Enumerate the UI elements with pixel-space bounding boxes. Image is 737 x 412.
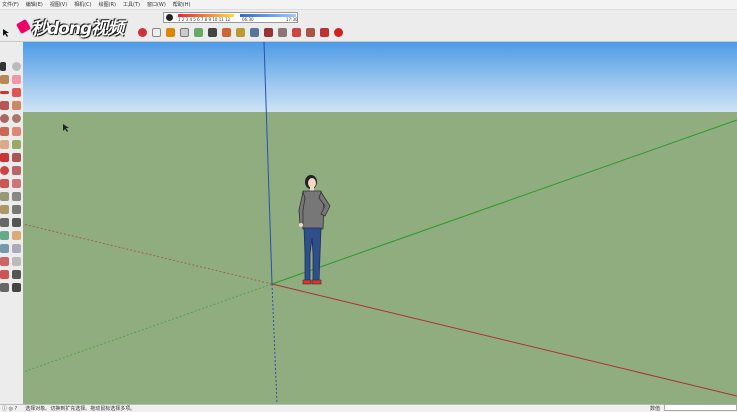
look-around-icon[interactable] [12,270,21,279]
measurements-input[interactable] [664,404,737,411]
pie-tool-icon[interactable] [0,140,9,149]
green-axis-negative [23,283,273,373]
previous-view-icon[interactable] [278,28,287,37]
logo-text: 秒dong视频 [31,18,124,39]
time-end-label: 17:30 [286,16,298,22]
menu-window[interactable]: 窗口(W) [147,1,166,8]
mouse-cursor-icon [63,124,69,132]
push-pull-tool-icon[interactable] [12,153,21,162]
freehand-tool-icon[interactable] [12,88,21,97]
zoom-tool-icon[interactable] [0,244,9,253]
eraser-tool-icon[interactable] [12,75,21,84]
toolbar-icons [138,28,343,37]
shadow-toggle-icon[interactable] [166,13,173,21]
3d-text-tool-icon[interactable] [12,218,21,227]
zoom-extents-tool-icon[interactable] [0,257,9,266]
menu-camera[interactable]: 相机(C) [74,1,91,8]
menu-edit[interactable]: 编辑(E) [26,1,43,8]
arc3-tool-icon[interactable] [12,140,21,149]
walk-icon[interactable] [236,28,245,37]
status-hint: 选择对象。切换到扩充选择。拖动鼠标选择多项。 [25,405,136,412]
red-axis-negative [23,223,273,285]
tool-palette [0,62,23,292]
select-tool-icon[interactable] [0,62,6,71]
axes-tool-icon[interactable] [0,218,9,227]
move-tool-icon[interactable] [0,153,9,162]
orbit-icon[interactable] [138,28,147,37]
zoom-extents-icon[interactable] [264,28,273,37]
line-tool-icon[interactable] [0,91,9,94]
status-info-icon[interactable]: ⓘ ◎ ? [2,405,17,412]
orbit-tool-icon[interactable] [0,231,9,240]
position-camera-icon[interactable] [0,270,9,279]
menu-bar: 文件(F) 编辑(E) 视图(V) 相机(C) 绘图(R) 工具(T) 窗口(W… [0,0,737,10]
axes-icon[interactable] [208,28,217,37]
rotate-tool-icon[interactable] [0,166,9,175]
watermark-logo: 秒dong视频 [15,15,124,39]
zoom-window-tool-icon[interactable] [12,244,21,253]
rectangle-tool-icon[interactable] [0,101,9,110]
window-icon[interactable] [152,28,161,37]
select-arrow-icon[interactable] [3,29,10,37]
pan-tool-icon[interactable] [12,231,21,240]
circle-tool-icon[interactable] [0,114,9,123]
component-tool-icon[interactable] [12,62,21,71]
follow-me-tool-icon[interactable] [12,166,21,175]
shadow-settings-panel[interactable]: 1 2 3 4 5 6 7 8 9 10 11 12 06:30 17:30 [163,11,298,23]
red-axis [271,283,737,397]
green-axis [271,119,737,285]
components-icon[interactable] [306,28,315,37]
menu-draw[interactable]: 绘图(R) [99,1,116,8]
top-toolbar: 1 2 3 4 5 6 7 8 9 10 11 12 06:30 17:30 秒… [0,10,737,42]
walk-tool-icon[interactable] [0,283,9,292]
warehouse-icon[interactable] [292,28,301,37]
arc2-tool-icon[interactable] [12,127,21,136]
paint-tool-icon[interactable] [0,75,9,84]
menu-view[interactable]: 视图(V) [50,1,67,8]
logo-pencil-icon [15,18,32,34]
left-toolbar [0,42,24,404]
dimension-tool-icon[interactable] [12,192,21,201]
tape-measure-icon[interactable] [180,28,189,37]
menu-tools[interactable]: 工具(T) [123,1,140,8]
protractor-tool-icon[interactable] [0,205,9,214]
menu-help[interactable]: 帮助(H) [173,1,191,8]
person-figure[interactable] [297,174,337,286]
shadow-toolbar: 1 2 3 4 5 6 7 8 9 10 11 12 06:30 17:30 [163,11,298,23]
rotated-rect-icon[interactable] [12,101,21,110]
pan-icon[interactable] [222,28,231,37]
model-viewport[interactable] [23,42,737,404]
previous-tool-icon[interactable] [12,257,21,266]
arc-tool-icon[interactable] [0,127,9,136]
text-tool-icon[interactable] [194,28,203,37]
menu-file[interactable]: 文件(F) [2,1,19,8]
month-labels: 1 2 3 4 5 6 7 8 9 10 11 12 [178,16,231,22]
offset-tool-icon[interactable] [12,179,21,188]
scale-tool-icon[interactable] [0,179,9,188]
extension-icon[interactable] [320,28,329,37]
ruby-icon[interactable] [334,28,343,37]
polygon-tool-icon[interactable] [12,114,21,123]
time-start-label: 06:30 [242,16,254,22]
zoom-icon[interactable] [250,28,259,37]
section-plane-icon[interactable] [12,283,21,292]
blue-axis-negative [271,283,278,404]
blue-axis [263,42,273,285]
status-bar: ⓘ ◎ ? 选择对象。切换到扩充选择。拖动鼠标选择多项。 [0,404,737,412]
tape-tool-icon[interactable] [0,192,9,201]
axes-overlay [23,42,737,404]
paint-bucket-icon[interactable] [166,28,175,37]
text-label-tool-icon[interactable] [12,205,21,214]
